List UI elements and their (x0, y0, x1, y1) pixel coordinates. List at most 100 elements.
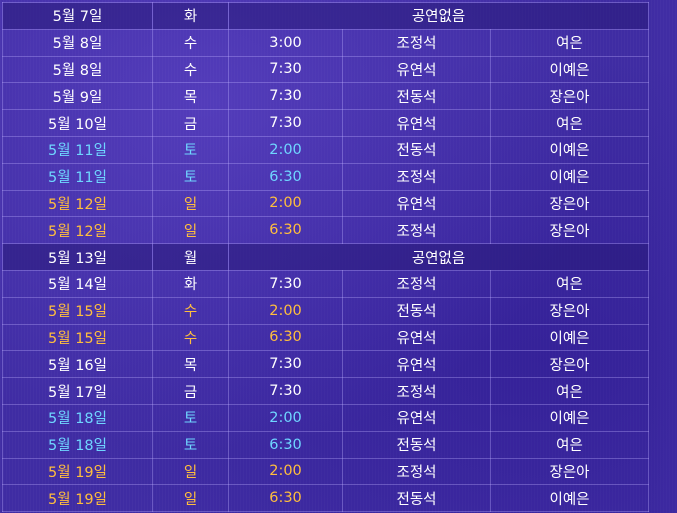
cast-male-cell: 조정석 (342, 377, 491, 405)
schedule-row: 5월 19일 일 6:30 전동석 이예은 (2, 484, 649, 513)
cast-female-cell: 이예은 (490, 484, 649, 513)
date-cell: 5월 7일 (2, 2, 153, 30)
date-cell: 5월 14일 (2, 269, 153, 298)
date-cell: 5월 11일 (2, 162, 153, 191)
cast-female-cell: 장은아 (490, 457, 649, 486)
cast-male-cell: 전동석 (342, 135, 491, 164)
date-cell: 5월 18일 (2, 403, 153, 432)
cast-male-cell: 전동석 (342, 296, 491, 325)
date-cell: 5월 8일 (2, 28, 153, 57)
weekday-cell: 일 (152, 189, 229, 218)
date-cell: 5월 13일 (2, 243, 153, 271)
weekday-cell: 토 (152, 162, 229, 191)
cast-male-cell: 전동석 (342, 484, 491, 513)
weekday-cell: 수 (152, 55, 229, 84)
cast-female-cell: 장은아 (490, 82, 649, 111)
cast-female-cell: 이예은 (490, 323, 649, 352)
schedule-page: 5월 7일 화 공연없음 5월 8일 수 3:00 조정석 여은 5월 8일 수 7:30 유연석 이예… (0, 0, 677, 513)
performance-schedule-table: 5월 7일 화 공연없음 5월 8일 수 3:00 조정석 여은 5월 8일 수 7:30 유연석 이예… (2, 2, 649, 513)
schedule-row: 5월 19일 일 2:00 조정석 장은아 (2, 457, 649, 486)
cast-female-cell: 여은 (490, 28, 649, 57)
showtime-cell: 6:30 (228, 430, 343, 459)
cast-male-cell: 조정석 (342, 216, 491, 245)
schedule-row: 5월 8일 수 7:30 유연석 이예은 (2, 55, 649, 84)
date-cell: 5월 19일 (2, 484, 153, 513)
schedule-row: 5월 15일 수 6:30 유연석 이예은 (2, 323, 649, 352)
showtime-cell: 2:00 (228, 135, 343, 164)
date-cell: 5월 9일 (2, 82, 153, 111)
schedule-row: 5월 15일 수 2:00 전동석 장은아 (2, 296, 649, 325)
cast-female-cell: 이예은 (490, 403, 649, 432)
date-cell: 5월 12일 (2, 216, 153, 245)
weekday-cell: 수 (152, 28, 229, 57)
cast-female-cell: 여은 (490, 430, 649, 459)
weekday-cell: 일 (152, 457, 229, 486)
cast-male-cell: 전동석 (342, 430, 491, 459)
schedule-row: 5월 18일 토 6:30 전동석 여은 (2, 430, 649, 459)
schedule-row: 5월 14일 화 7:30 조정석 여은 (2, 269, 649, 298)
cast-female-cell: 이예은 (490, 135, 649, 164)
cast-male-cell: 유연석 (342, 109, 491, 137)
schedule-row: 5월 18일 토 2:00 유연석 이예은 (2, 403, 649, 432)
schedule-row: 5월 16일 목 7:30 유연석 장은아 (2, 350, 649, 379)
cast-female-cell: 장은아 (490, 350, 649, 379)
showtime-cell: 7:30 (228, 109, 343, 137)
cast-male-cell: 유연석 (342, 189, 491, 218)
cast-male-cell: 조정석 (342, 457, 491, 486)
showtime-cell: 7:30 (228, 82, 343, 111)
weekday-cell: 수 (152, 323, 229, 352)
date-cell: 5월 16일 (2, 350, 153, 379)
showtime-cell: 3:00 (228, 28, 343, 57)
weekday-cell: 토 (152, 403, 229, 432)
cast-female-cell: 이예은 (490, 55, 649, 84)
weekday-cell: 화 (152, 269, 229, 298)
cast-male-cell: 유연석 (342, 350, 491, 379)
cast-female-cell: 장은아 (490, 216, 649, 245)
weekday-cell: 일 (152, 484, 229, 513)
no-performance-cell: 공연없음 (228, 2, 649, 30)
date-cell: 5월 17일 (2, 377, 153, 405)
date-cell: 5월 18일 (2, 430, 153, 459)
schedule-row: 5월 11일 토 6:30 조정석 이예은 (2, 162, 649, 191)
weekday-cell: 토 (152, 135, 229, 164)
schedule-row: 5월 17일 금 7:30 조정석 여은 (2, 377, 649, 405)
weekday-cell: 화 (152, 2, 229, 30)
showtime-cell: 6:30 (228, 323, 343, 352)
date-cell: 5월 8일 (2, 55, 153, 84)
showtime-cell: 6:30 (228, 484, 343, 513)
cast-female-cell: 장은아 (490, 189, 649, 218)
weekday-cell: 월 (152, 243, 229, 271)
cast-male-cell: 유연석 (342, 323, 491, 352)
weekday-cell: 금 (152, 377, 229, 405)
showtime-cell: 7:30 (228, 350, 343, 379)
date-cell: 5월 11일 (2, 135, 153, 164)
weekday-cell: 목 (152, 82, 229, 111)
showtime-cell: 7:30 (228, 55, 343, 84)
cast-female-cell: 이예은 (490, 162, 649, 191)
schedule-row: 5월 11일 토 2:00 전동석 이예은 (2, 135, 649, 164)
cast-female-cell: 여은 (490, 269, 649, 298)
showtime-cell: 2:00 (228, 457, 343, 486)
cast-male-cell: 조정석 (342, 269, 491, 298)
weekday-cell: 일 (152, 216, 229, 245)
cast-male-cell: 조정석 (342, 28, 491, 57)
showtime-cell: 2:00 (228, 296, 343, 325)
weekday-cell: 금 (152, 109, 229, 137)
schedule-row: 5월 9일 목 7:30 전동석 장은아 (2, 82, 649, 111)
schedule-body: 5월 7일 화 공연없음 5월 8일 수 3:00 조정석 여은 5월 8일 수 7:30 유연석 이예… (2, 2, 649, 513)
date-cell: 5월 19일 (2, 457, 153, 486)
schedule-row-no-show: 5월 13일 월 공연없음 (2, 243, 649, 271)
schedule-row: 5월 8일 수 3:00 조정석 여은 (2, 28, 649, 57)
schedule-row-no-show: 5월 7일 화 공연없음 (2, 2, 649, 30)
date-cell: 5월 10일 (2, 109, 153, 137)
cast-male-cell: 유연석 (342, 55, 491, 84)
showtime-cell: 6:30 (228, 216, 343, 245)
date-cell: 5월 15일 (2, 296, 153, 325)
weekday-cell: 목 (152, 350, 229, 379)
schedule-row: 5월 10일 금 7:30 유연석 여은 (2, 109, 649, 137)
no-performance-cell: 공연없음 (228, 243, 649, 271)
showtime-cell: 7:30 (228, 269, 343, 298)
schedule-row: 5월 12일 일 2:00 유연석 장은아 (2, 189, 649, 218)
schedule-row: 5월 12일 일 6:30 조정석 장은아 (2, 216, 649, 245)
cast-female-cell: 여은 (490, 377, 649, 405)
